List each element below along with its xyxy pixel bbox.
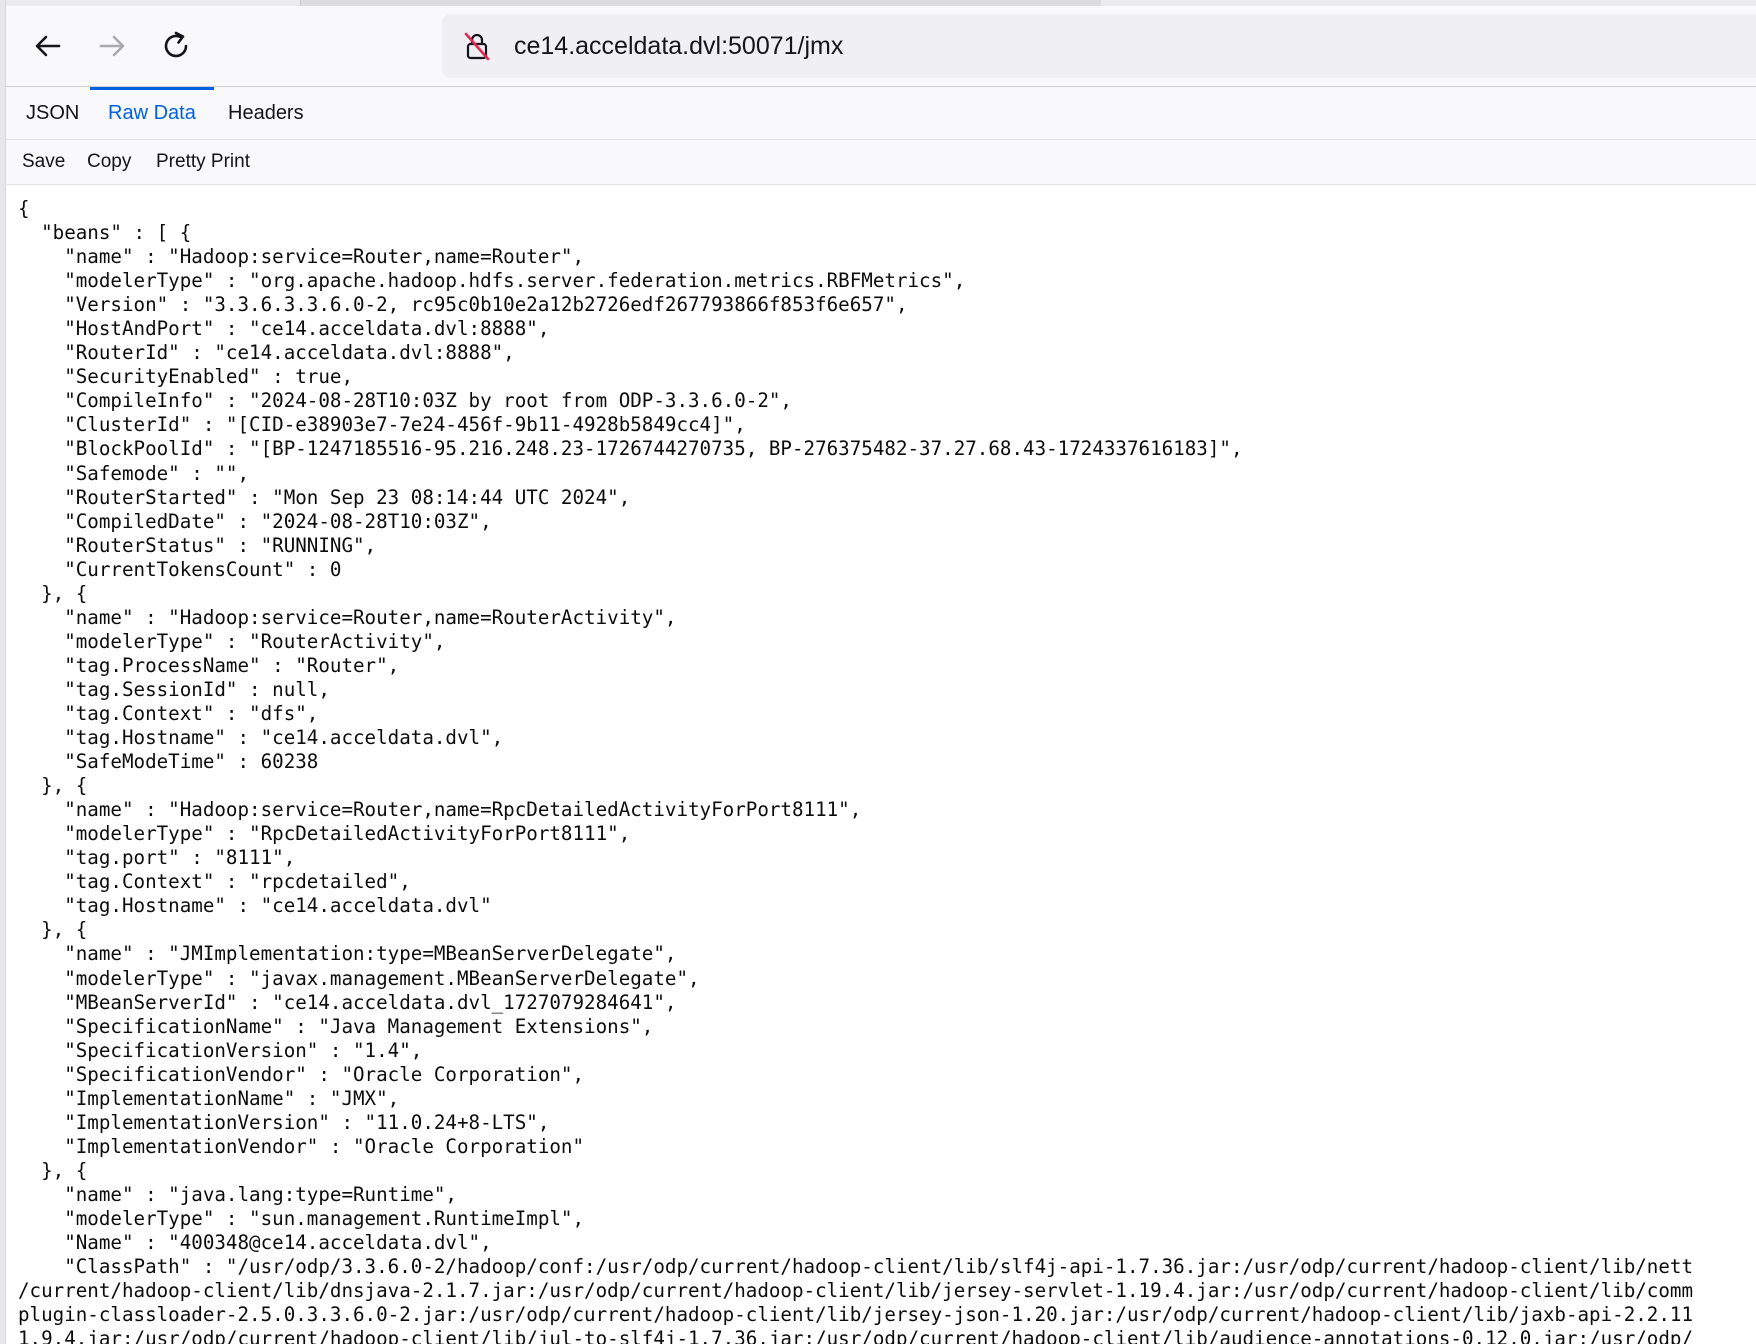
json-viewer-tabs: JSON Raw Data Headers <box>6 87 1756 140</box>
raw-line: "RouterStarted" : "Mon Sep 23 08:14:44 U… <box>18 485 631 509</box>
raw-line: "CompiledDate" : "2024-08-28T10:03Z", <box>18 509 492 533</box>
browser-toolbar: ce14.acceldata.dvl:50071/jmx <box>6 6 1756 87</box>
raw-line: "SafeModeTime" : 60238 <box>18 750 319 774</box>
raw-line: "Safemode" : "", <box>18 461 250 485</box>
back-arrow-icon <box>35 35 61 57</box>
tab-json[interactable]: JSON <box>8 87 97 139</box>
raw-line: "name" : "Hadoop:service=Router,name=Rou… <box>18 605 677 629</box>
raw-line: "modelerType" : "javax.management.MBeanS… <box>18 966 700 990</box>
url-text[interactable]: ce14.acceldata.dvl:50071/jmx <box>514 32 843 61</box>
raw-line: "ImplementationVersion" : "11.0.24+8-LTS… <box>18 1110 550 1134</box>
raw-line: "ImplementationVendor" : "Oracle Corpora… <box>18 1134 585 1158</box>
tab-raw-data[interactable]: Raw Data <box>90 87 214 139</box>
raw-line: "RouterStatus" : "RUNNING", <box>18 533 377 557</box>
raw-line: "SpecificationVendor" : "Oracle Corporat… <box>18 1062 585 1086</box>
raw-line: "tag.port" : "8111", <box>18 846 296 870</box>
forward-arrow-icon <box>99 35 125 57</box>
raw-data-actions: Save Copy Pretty Print <box>6 140 1756 185</box>
raw-line: }, { <box>18 581 88 605</box>
raw-line: }, { <box>18 774 88 798</box>
raw-line: "modelerType" : "RpcDetailedActivityForP… <box>18 822 631 846</box>
copy-button[interactable]: Copy <box>77 140 141 184</box>
raw-line: "name" : "Hadoop:service=Router,name=Rou… <box>18 245 585 269</box>
raw-line: }, { <box>18 1158 88 1182</box>
raw-line: "RouterId" : "ce14.acceldata.dvl:8888", <box>18 341 515 365</box>
raw-line: plugin-classloader-2.5.0.3.3.6.0-2.jar:/… <box>18 1303 1694 1327</box>
insecure-lock-icon[interactable] <box>462 31 492 61</box>
address-bar[interactable]: ce14.acceldata.dvl:50071/jmx <box>442 14 1756 78</box>
raw-line: "tag.ProcessName" : "Router", <box>18 653 400 677</box>
raw-line: "tag.Context" : "rpcdetailed", <box>18 870 411 894</box>
raw-line: /current/hadoop-client/lib/dnsjava-2.1.7… <box>18 1279 1694 1303</box>
raw-line: "tag.SessionId" : null, <box>18 677 330 701</box>
reload-button[interactable] <box>154 24 198 68</box>
raw-line: "ClassPath" : "/usr/odp/3.3.6.0-2/hadoop… <box>18 1255 1694 1279</box>
raw-data-panel[interactable]: { "beans" : [ { "name" : "Hadoop:service… <box>6 185 1756 1344</box>
raw-line: "CompileInfo" : "2024-08-28T10:03Z by ro… <box>18 389 792 413</box>
raw-line: "tag.Hostname" : "ce14.acceldata.dvl", <box>18 726 504 750</box>
raw-line: "Name" : "400348@ce14.acceldata.dvl", <box>18 1231 492 1255</box>
raw-line: "SecurityEnabled" : true, <box>18 365 354 389</box>
raw-line: "SpecificationName" : "Java Management E… <box>18 1014 654 1038</box>
raw-line: "ClusterId" : "[CID-e38903e7-7e24-456f-9… <box>18 413 746 437</box>
raw-line: "MBeanServerId" : "ce14.acceldata.dvl_17… <box>18 990 677 1014</box>
raw-line: "modelerType" : "org.apache.hadoop.hdfs.… <box>18 269 966 293</box>
raw-line: "ImplementationName" : "JMX", <box>18 1086 400 1110</box>
raw-line: "name" : "JMImplementation:type=MBeanSer… <box>18 942 677 966</box>
tab-headers[interactable]: Headers <box>210 87 322 139</box>
left-window-edge <box>0 0 6 1344</box>
raw-line: "beans" : [ { <box>18 221 192 245</box>
forward-button[interactable] <box>90 24 134 68</box>
raw-line: "modelerType" : "sun.management.RuntimeI… <box>18 1206 585 1230</box>
raw-line: { <box>18 197 30 220</box>
raw-line: "Version" : "3.3.6.3.3.6.0-2, rc95c0b10e… <box>18 293 908 317</box>
back-button[interactable] <box>26 24 70 68</box>
raw-line: "tag.Context" : "dfs", <box>18 701 319 725</box>
browser-window: ce14.acceldata.dvl:50071/jmx JSON Raw Da… <box>0 0 1756 1344</box>
raw-line: "tag.Hostname" : "ce14.acceldata.dvl" <box>18 894 492 918</box>
raw-line: "modelerType" : "RouterActivity", <box>18 629 446 653</box>
raw-line: "HostAndPort" : "ce14.acceldata.dvl:8888… <box>18 317 550 341</box>
raw-line: "name" : "java.lang:type=Runtime", <box>18 1182 457 1206</box>
raw-line: "CurrentTokensCount" : 0 <box>18 557 342 581</box>
reload-icon <box>164 31 188 58</box>
save-button[interactable]: Save <box>12 140 75 184</box>
raw-line: "BlockPoolId" : "[BP-1247185516-95.216.2… <box>18 437 1243 461</box>
raw-line: 1.9.4.jar:/usr/odp/current/hadoop-client… <box>18 1327 1694 1344</box>
pretty-print-button[interactable]: Pretty Print <box>146 140 260 184</box>
raw-line: }, { <box>18 918 88 942</box>
raw-json-text: { "beans" : [ { "name" : "Hadoop:service… <box>6 185 1756 1344</box>
raw-line: "SpecificationVersion" : "1.4", <box>18 1038 423 1062</box>
raw-line: "name" : "Hadoop:service=Router,name=Rpc… <box>18 798 862 822</box>
